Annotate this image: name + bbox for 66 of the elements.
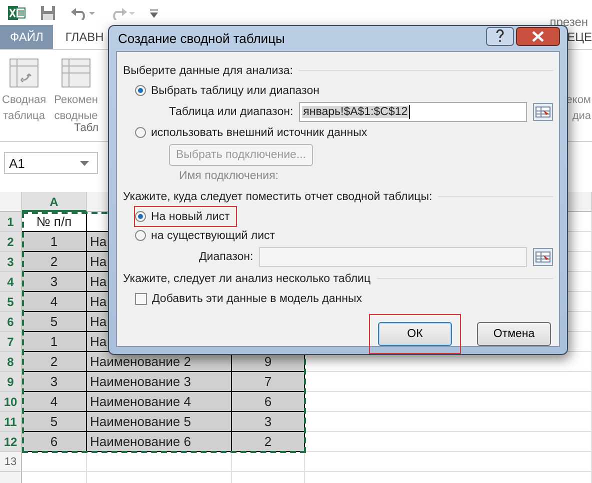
table-cell: 5: [22, 412, 87, 432]
table-cell: 5: [22, 312, 87, 332]
table-cell: 4: [22, 292, 87, 312]
checkbox[interactable]: [135, 292, 147, 304]
close-icon[interactable]: [516, 27, 560, 46]
column-header[interactable]: A: [22, 192, 87, 212]
table-cell: 3: [232, 412, 305, 432]
table-cell: 1: [22, 232, 87, 252]
row-header[interactable]: 2: [0, 232, 22, 252]
table-cell: 6: [232, 392, 305, 412]
row-header[interactable]: 8: [0, 352, 22, 372]
section-label: Укажите, куда следует поместить отчет сводной таблицы:: [123, 190, 432, 202]
row-header[interactable]: 1: [0, 212, 22, 232]
row-header[interactable]: 13: [0, 452, 22, 472]
pivot-table-icon: [9, 58, 40, 88]
table-cell: 3: [22, 272, 87, 292]
row-header[interactable]: 5: [0, 292, 22, 312]
dialog-title: Создание сводной таблицы: [117, 31, 285, 46]
help-icon[interactable]: [486, 27, 514, 46]
radio-button[interactable]: [135, 211, 146, 222]
radio-button[interactable]: [135, 230, 146, 241]
radio-option[interactable]: На новый лист: [135, 207, 236, 226]
table-cell: Наименование 5: [87, 412, 232, 432]
radio-option[interactable]: использовать внешний источник данных: [135, 123, 374, 142]
row-header[interactable]: 10: [0, 392, 22, 412]
radio-option[interactable]: Выбрать таблицу или диапазон: [135, 81, 326, 100]
dropdown-caret-icon[interactable]: [80, 160, 89, 166]
table-cell: 2: [232, 432, 305, 452]
range-selector-icon[interactable]: [533, 102, 553, 120]
radio-button[interactable]: [135, 127, 146, 138]
table-cell: Наименование 6: [87, 432, 232, 452]
row-header[interactable]: 7: [0, 332, 22, 352]
ribbon-group-label: Табл: [74, 122, 99, 134]
table-cell: 3: [22, 372, 87, 392]
range-input-field[interactable]: январь!$A$1:$C$12: [299, 102, 527, 122]
name-box[interactable]: A1: [4, 152, 98, 174]
section-label: Выберите данные для анализа:: [123, 64, 293, 76]
row-header[interactable]: 3: [0, 252, 22, 272]
file-tab[interactable]: ФАЙЛ: [0, 25, 54, 49]
recommended-pivot-icon: [61, 58, 91, 88]
radio-button[interactable]: [135, 85, 146, 96]
pivot-table-button-label[interactable]: Сводная таблица: [2, 92, 46, 124]
save-icon[interactable]: [40, 4, 56, 20]
table-cell: 6: [22, 432, 87, 452]
excel-logo-icon[interactable]: [8, 4, 26, 20]
table-cell: Наименование 4: [87, 392, 232, 412]
table-cell: 2: [22, 252, 87, 272]
row-header[interactable]: 6: [0, 312, 22, 332]
row-header[interactable]: 9: [0, 372, 22, 392]
table-cell: 4: [22, 392, 87, 412]
undo-icon[interactable]: [70, 6, 96, 20]
recommended-pivot-button-label[interactable]: Рекомен сводные: [54, 92, 98, 124]
ok-button[interactable]: ОК: [378, 322, 452, 346]
row-header[interactable]: 4: [0, 272, 22, 292]
table-cell: 1: [22, 332, 87, 352]
row-header[interactable]: 12: [0, 432, 22, 452]
row-header[interactable]: 11: [0, 412, 22, 432]
location-input-field[interactable]: [259, 246, 527, 266]
table-cell: 2: [22, 352, 87, 372]
cancel-button[interactable]: Отмена: [477, 322, 551, 346]
connection-name-label: Имя подключения:: [179, 169, 280, 184]
field-label: Таблица или диапазон:: [169, 106, 294, 118]
customize-caret-icon[interactable]: [150, 8, 158, 18]
table-cell: Наименование 3: [87, 372, 232, 392]
table-cell: 7: [232, 372, 305, 392]
range-selector-icon[interactable]: [533, 248, 553, 266]
